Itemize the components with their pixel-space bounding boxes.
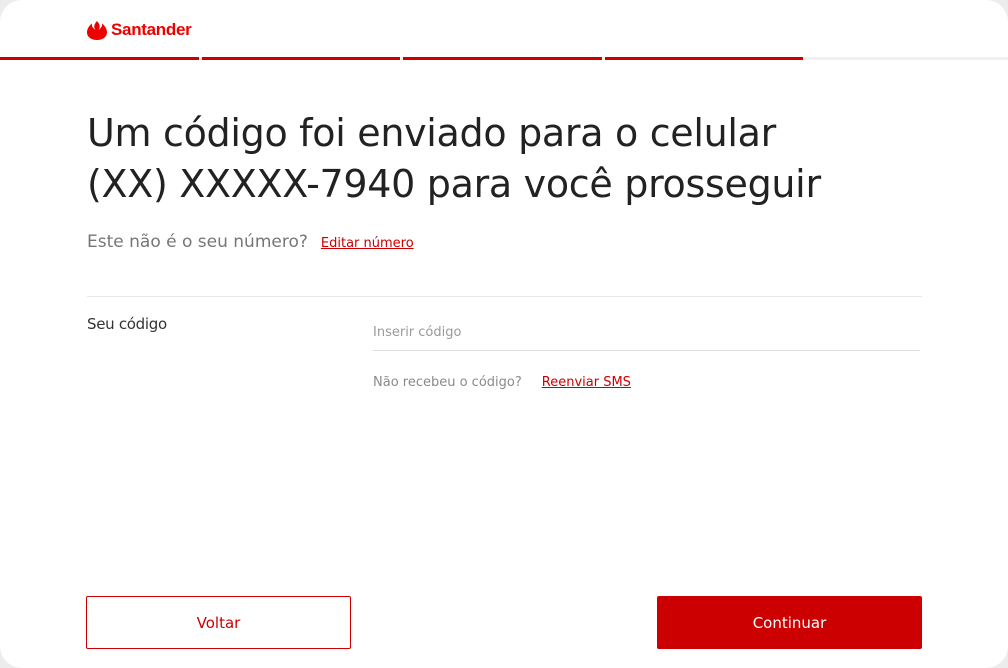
progress-step-3 — [403, 57, 602, 60]
resend-row: Não recebeu o código? Reenviar SMS — [373, 375, 631, 390]
back-button[interactable]: Voltar — [86, 596, 351, 649]
divider — [87, 296, 922, 297]
progress-step-5 — [806, 57, 1005, 60]
page-title: Um código foi enviado para o celular (XX… — [87, 108, 847, 210]
code-label: Seu código — [87, 315, 167, 333]
progress-step-4 — [604, 57, 804, 60]
santander-logo[interactable]: Santander — [87, 18, 192, 42]
santander-flame-icon — [87, 20, 107, 40]
not-received-text: Não recebeu o código? — [373, 375, 522, 390]
title-line-1: Um código foi enviado para o celular — [87, 111, 776, 155]
brand-name: Santander — [111, 20, 192, 39]
continue-button[interactable]: Continuar — [657, 596, 922, 649]
wrong-number-row: Este não é o seu número? Editar número — [87, 232, 414, 252]
code-input[interactable] — [373, 314, 920, 351]
progress-bar — [0, 57, 1008, 60]
header: Santander — [0, 0, 1008, 60]
progress-step-1 — [0, 57, 199, 60]
title-line-2: (XX) XXXXX-7940 para você prosseguir — [87, 162, 821, 206]
resend-sms-link[interactable]: Reenviar SMS — [542, 375, 631, 390]
edit-number-link[interactable]: Editar número — [321, 236, 414, 251]
progress-step-2 — [201, 57, 401, 60]
verification-card: Santander Um código foi enviado para o c… — [0, 0, 1008, 668]
wrong-number-text: Este não é o seu número? — [87, 232, 308, 252]
